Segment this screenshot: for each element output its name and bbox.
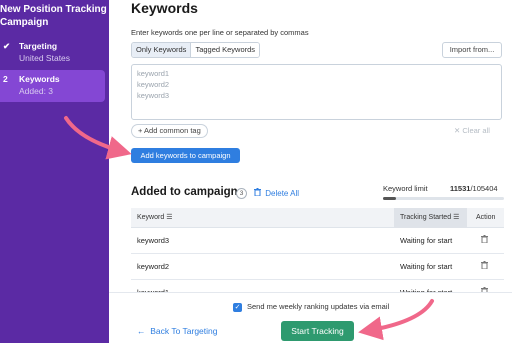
table-row: keyword3 Waiting for start	[131, 228, 504, 254]
back-to-targeting-link[interactable]: ← Back To Targeting	[137, 326, 218, 336]
keyword-limit-label: Keyword limit	[383, 184, 428, 193]
trash-icon[interactable]	[481, 261, 488, 271]
keyword-limit-fill	[383, 197, 397, 200]
keywords-textarea[interactable]: keyword1 keyword2 keyword3	[131, 64, 502, 120]
trash-icon[interactable]	[481, 235, 488, 245]
step-sublabel: Added: 3	[19, 86, 54, 96]
keyword-limit-bar	[383, 197, 504, 200]
step-sublabel: United States	[19, 53, 71, 63]
status-cell: Waiting for start	[400, 262, 453, 271]
keyword-count-badge: 3	[236, 188, 247, 199]
keyword-cell: keyword3	[137, 236, 170, 245]
sort-icon: ☰	[453, 214, 460, 221]
sidebar: New Position Tracking Campaign ✔ Targeti…	[0, 0, 109, 343]
sort-icon: ☰	[166, 214, 173, 221]
keyword-limit-value: 11531/105404	[450, 184, 498, 193]
step-number: 2	[3, 74, 8, 84]
added-section-title: Added to campaign	[131, 186, 238, 198]
instructions-text: Enter keywords one per line or separated…	[131, 28, 309, 37]
delete-all-button[interactable]: Delete All	[254, 188, 299, 198]
add-common-tag-button[interactable]: + Add common tag	[131, 124, 208, 138]
column-keyword[interactable]: Keyword ☰	[137, 208, 172, 228]
keyword-mode-toggle: Only Keywords Tagged Keywords	[131, 42, 261, 58]
start-tracking-button[interactable]: Start Tracking	[281, 321, 354, 341]
main-panel: Keywords Enter keywords one per line or …	[109, 0, 512, 343]
tab-only-keywords[interactable]: Only Keywords	[132, 43, 192, 57]
limit-total: /105404	[470, 184, 498, 193]
table-header: Keyword ☰ Tracking Started ☰ Action	[131, 208, 504, 228]
column-tracking-started[interactable]: Tracking Started ☰	[394, 208, 467, 228]
trash-icon	[254, 188, 263, 198]
placeholder-line: keyword2	[137, 80, 170, 89]
footer: ✓ Send me weekly ranking updates via emai…	[109, 292, 512, 343]
table-row: keyword2 Waiting for start	[131, 254, 504, 280]
limit-used: 11531	[450, 184, 471, 193]
placeholder-line: keyword1	[137, 69, 170, 78]
page-title: Keywords	[131, 0, 198, 16]
campaign-title: New Position Tracking Campaign	[0, 4, 107, 28]
back-label: Back To Targeting	[150, 326, 218, 336]
check-icon: ✔	[3, 41, 11, 51]
step-label: Keywords	[19, 74, 60, 84]
tab-tagged-keywords[interactable]: Tagged Keywords	[191, 43, 260, 57]
keyword-cell: keyword2	[137, 262, 170, 271]
email-updates-checkbox[interactable]: ✓	[233, 302, 242, 312]
step-keywords[interactable]: 2 Keywords Added: 3	[0, 70, 105, 102]
column-action: Action	[476, 214, 496, 221]
email-updates-label: Send me weekly ranking updates via email	[247, 302, 390, 311]
import-button[interactable]: Import from...	[442, 42, 502, 58]
status-cell: Waiting for start	[400, 236, 453, 245]
clear-all-button[interactable]: ✕ Clear all	[454, 126, 490, 135]
email-updates-option[interactable]: ✓ Send me weekly ranking updates via emai…	[233, 302, 389, 312]
delete-all-label: Delete All	[265, 189, 300, 198]
add-keywords-button[interactable]: Add keywords to campaign	[131, 148, 240, 163]
step-label: Targeting	[19, 41, 58, 51]
placeholder-line: keyword3	[137, 91, 170, 100]
arrow-left-icon: ←	[137, 326, 146, 336]
